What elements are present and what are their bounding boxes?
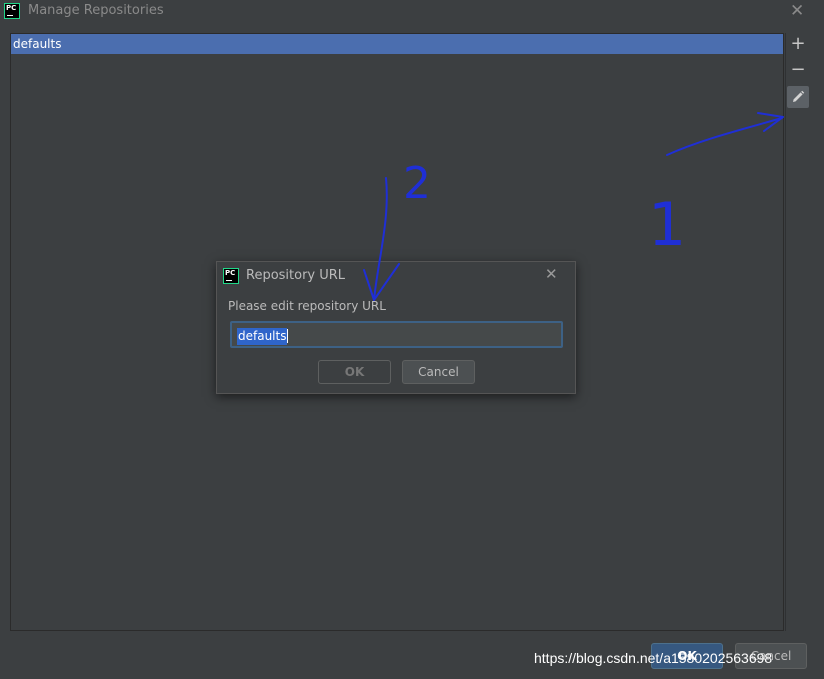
pycharm-logo-icon: PC (223, 268, 239, 284)
dialog-cancel-button[interactable]: Cancel (402, 360, 475, 384)
title-bar: PC Manage Repositories ✕ (0, 0, 824, 22)
input-selected-text: defaults (237, 328, 288, 345)
dialog-title: Repository URL (246, 268, 346, 283)
repository-url-input[interactable]: defaults (230, 321, 563, 348)
watermark-text: https://blog.csdn.net/a1580202563698 (534, 650, 773, 666)
repository-url-dialog: PC Repository URL ✕ Please edit reposito… (216, 261, 576, 394)
dialog-ok-button[interactable]: OK (318, 360, 391, 384)
remove-repository-button[interactable]: − (787, 60, 809, 82)
pencil-icon (793, 90, 805, 102)
repository-item-defaults[interactable]: defaults (11, 34, 783, 54)
repository-toolbar: + − (785, 33, 810, 631)
close-icon[interactable]: ✕ (790, 1, 804, 21)
pycharm-logo-icon: PC (4, 3, 20, 19)
dialog-close-icon[interactable]: ✕ (545, 265, 558, 283)
edit-repository-button[interactable] (787, 86, 809, 108)
dialog-prompt: Please edit repository URL (228, 299, 386, 313)
add-repository-button[interactable]: + (787, 34, 809, 56)
text-caret (287, 328, 289, 343)
window-title: Manage Repositories (28, 3, 164, 18)
